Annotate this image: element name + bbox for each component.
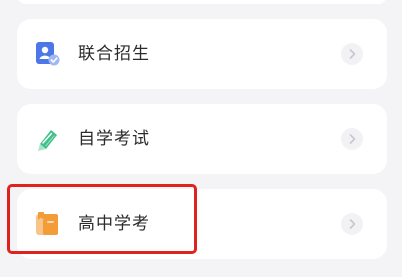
previous-menu-card xyxy=(17,0,387,4)
chevron-right-icon[interactable] xyxy=(341,128,363,150)
menu-item-label: 联合招生 xyxy=(78,44,150,64)
chevron-right-icon[interactable] xyxy=(341,213,363,235)
menu-item-self-study-exam[interactable]: 自学考试 xyxy=(17,104,387,174)
menu-item-joint-enrollment[interactable]: 联合招生 xyxy=(17,19,387,89)
user-check-icon xyxy=(34,41,60,67)
chevron-right-icon[interactable] xyxy=(341,43,363,65)
book-icon xyxy=(34,211,60,237)
menu-item-label: 高中学考 xyxy=(78,214,150,234)
pencil-icon xyxy=(34,126,60,152)
menu-item-label: 自学考试 xyxy=(78,129,150,149)
menu-item-high-school-exam[interactable]: 高中学考 xyxy=(17,189,387,259)
